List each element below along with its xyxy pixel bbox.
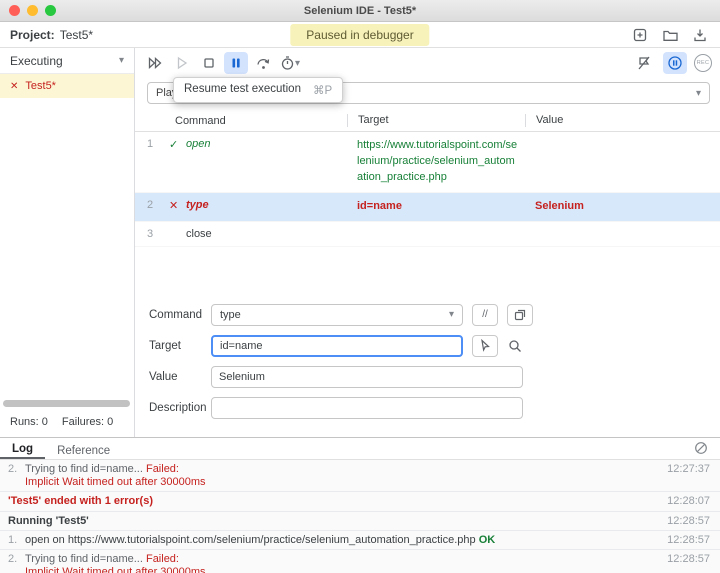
failures-counter: Failures: 0 bbox=[61, 416, 114, 428]
log-timestamp: 12:28:57 bbox=[667, 533, 710, 546]
log-timestamp: 12:27:37 bbox=[667, 463, 710, 475]
command-field-label: Command bbox=[149, 308, 203, 321]
maximize-window-button[interactable] bbox=[45, 5, 56, 16]
tab-log[interactable]: Log bbox=[0, 440, 46, 459]
test-speed-timer-button[interactable]: ▾ bbox=[278, 52, 302, 74]
disable-breakpoints-icon[interactable] bbox=[632, 52, 656, 74]
titlebar: Selenium IDE - Test5* bbox=[0, 0, 720, 22]
new-project-icon[interactable] bbox=[630, 25, 650, 45]
log-entry: 2. Trying to find id=name... Failed: Imp… bbox=[0, 550, 720, 573]
horizontal-scrollbar[interactable] bbox=[3, 400, 130, 407]
minimize-window-button[interactable] bbox=[27, 5, 38, 16]
tooltip-shortcut: ⌘P bbox=[312, 85, 333, 97]
command-failed-icon: ✕ bbox=[169, 199, 179, 212]
value-input[interactable] bbox=[211, 365, 523, 388]
command-cell: close bbox=[186, 227, 212, 240]
log-entry: Running 'Test5' 12:28:57 bbox=[0, 512, 720, 531]
chevron-down-icon: ▾ bbox=[448, 309, 454, 321]
playback-toolbar: ▾ REC bbox=[135, 48, 720, 78]
value-cell bbox=[525, 132, 720, 192]
log-entry: 2. Trying to find id=name... Failed: Imp… bbox=[0, 460, 720, 493]
open-project-folder-icon[interactable] bbox=[660, 25, 680, 45]
save-project-icon[interactable] bbox=[690, 25, 710, 45]
table-row[interactable]: 3 close bbox=[135, 222, 720, 247]
pause-on-exceptions-button[interactable] bbox=[663, 52, 687, 74]
test-failed-icon: ✕ bbox=[10, 80, 19, 92]
select-target-in-page-button[interactable] bbox=[472, 334, 498, 357]
chevron-down-icon: ▾ bbox=[294, 57, 301, 69]
target-input[interactable] bbox=[211, 334, 463, 357]
table-row[interactable]: 1 ✓ open https://www.tutorialspoint.com/… bbox=[135, 132, 720, 193]
pause-button[interactable] bbox=[224, 52, 248, 74]
value-field-label: Value bbox=[149, 370, 178, 383]
target-cell: id=name bbox=[357, 199, 402, 212]
target-cell: https://www.tutorialspoint.com/selenium/… bbox=[357, 139, 518, 183]
executing-dropdown[interactable]: Executing ▾ bbox=[0, 48, 134, 74]
step-over-button[interactable] bbox=[251, 52, 275, 74]
column-header-target: Target bbox=[347, 114, 525, 127]
selenium-ide-window: Selenium IDE - Test5* Project: Test5* Pa… bbox=[0, 0, 720, 573]
test-name: Test5* bbox=[25, 80, 56, 92]
log-entries: 2. Trying to find id=name... Failed: Imp… bbox=[0, 460, 720, 573]
project-name: Test5* bbox=[59, 27, 94, 42]
close-window-button[interactable] bbox=[9, 5, 20, 16]
paused-in-debugger-badge: Paused in debugger bbox=[290, 23, 430, 46]
project-label: Project: bbox=[10, 27, 55, 42]
table-header: Command Target Value bbox=[135, 110, 720, 132]
comment-toggle-button[interactable]: // bbox=[472, 303, 498, 326]
command-cell: open bbox=[186, 138, 211, 150]
column-header-command: Command bbox=[175, 114, 226, 127]
tab-reference[interactable]: Reference bbox=[45, 442, 122, 459]
open-reference-window-button[interactable] bbox=[507, 303, 533, 326]
column-header-value: Value bbox=[525, 114, 720, 127]
target-cell bbox=[347, 222, 525, 246]
log-entry: 'Test5' ended with 1 error(s) 12:28:07 bbox=[0, 492, 720, 512]
command-passed-icon: ✓ bbox=[169, 139, 179, 151]
log-entry: 1. open on https://www.tutorialspoint.co… bbox=[0, 531, 720, 550]
target-field-label: Target bbox=[149, 339, 181, 352]
value-cell: Selenium bbox=[535, 199, 584, 212]
description-input[interactable] bbox=[211, 396, 523, 419]
main-panel: ▾ REC Play ▾ Resume test execution ⌘P Co… bbox=[135, 48, 720, 437]
executing-label: Executing bbox=[10, 53, 63, 68]
tooltip-text: Resume test execution bbox=[184, 83, 301, 95]
command-select[interactable]: type ▾ bbox=[211, 303, 463, 326]
resume-execution-tooltip: Resume test execution ⌘P bbox=[173, 77, 344, 103]
table-row-selected[interactable]: 2 ✕ type id=name Selenium bbox=[135, 192, 720, 222]
stop-button[interactable] bbox=[197, 52, 221, 74]
run-all-tests-button[interactable] bbox=[143, 52, 167, 74]
log-timestamp: 12:28:07 bbox=[667, 495, 710, 508]
run-current-test-button[interactable] bbox=[170, 52, 194, 74]
chevron-down-icon: ▾ bbox=[118, 55, 124, 66]
command-cell: type bbox=[186, 198, 209, 211]
window-title: Selenium IDE - Test5* bbox=[303, 4, 417, 17]
tests-sidebar: Executing ▾ ✕ Test5* Runs: 0 Failures: 0 bbox=[0, 48, 135, 437]
find-target-icon[interactable] bbox=[504, 335, 526, 357]
log-timestamp: 12:28:57 bbox=[667, 514, 710, 527]
log-timestamp: 12:28:57 bbox=[667, 552, 710, 565]
runs-counter: Runs: 0 bbox=[10, 416, 48, 428]
log-panel: Log Reference 2. Trying to find id=name.… bbox=[0, 437, 720, 573]
command-editor: Command type ▾ // Target id=name Value S… bbox=[135, 295, 720, 428]
sidebar-item-test5[interactable]: ✕ Test5* bbox=[0, 74, 134, 98]
log-tabs: Log Reference bbox=[0, 438, 720, 460]
project-header: Project: Test5* Paused in debugger bbox=[0, 22, 720, 48]
chevron-down-icon: ▾ bbox=[695, 87, 701, 99]
clear-log-icon[interactable] bbox=[694, 441, 708, 455]
record-button[interactable]: REC bbox=[694, 54, 712, 72]
value-cell bbox=[525, 222, 720, 246]
description-field-label: Description bbox=[149, 401, 207, 414]
